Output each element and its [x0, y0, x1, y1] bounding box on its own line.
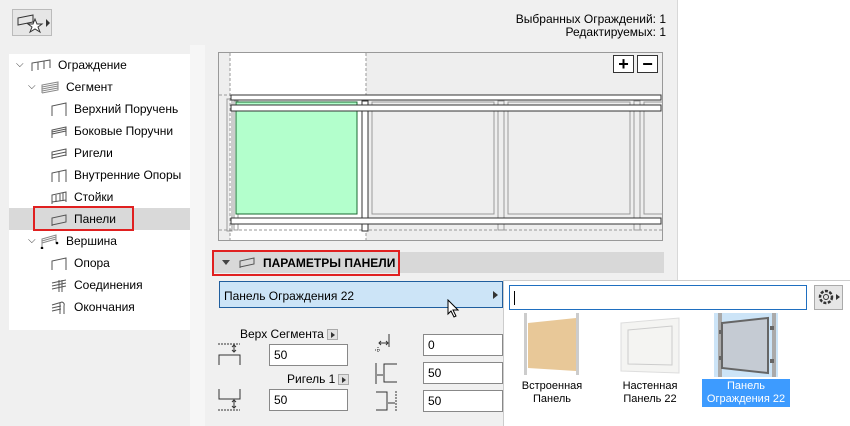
tree-label: Соединения [74, 278, 143, 292]
library-item-railing-panel[interactable]: Панель Ограждения 22 [702, 313, 790, 407]
railing-icon [31, 59, 51, 71]
left-gap-icon [375, 363, 397, 384]
tree-item-segment[interactable]: Сегмент [40, 76, 113, 98]
tree-item-balusters[interactable]: Стойки [50, 186, 113, 208]
tree-item-post[interactable]: Опора [50, 252, 110, 274]
tree-label: Внутренние Опоры [74, 168, 182, 182]
rail-menu-button[interactable] [338, 374, 350, 386]
mouse-cursor-icon [447, 299, 460, 318]
tree-item-node[interactable]: Вершина [40, 230, 117, 252]
tree-label: Сегмент [66, 80, 113, 94]
tree-label: Боковые Поручни [74, 124, 174, 138]
item-label: Панель [532, 393, 571, 405]
tree-item-handrails[interactable]: Боковые Поручни [50, 120, 173, 142]
tree-item-ends[interactable]: Окончания [50, 296, 135, 318]
bottom-offset-icon [218, 389, 241, 411]
gear-icon [818, 289, 840, 305]
chevron-down-icon[interactable]: ⌵ [16, 59, 24, 70]
selected-panel[interactable] [235, 101, 358, 215]
balusters-icon [51, 191, 67, 204]
wall-panel-thumbnail [620, 317, 680, 374]
item-label: Ограждения 22 [706, 393, 786, 405]
ends-icon [51, 301, 65, 314]
top-offset-input[interactable]: 50 [269, 344, 348, 366]
tree-label: Ригели [74, 146, 113, 160]
connections-icon [51, 279, 67, 292]
chevron-right-icon [493, 291, 498, 299]
inner-posts-icon [51, 169, 67, 182]
railing-star-icon [17, 14, 50, 34]
favorites-button[interactable] [12, 9, 52, 36]
bottom-offset-input[interactable]: 50 [269, 389, 348, 411]
splitter [190, 45, 205, 426]
item-label: Встроенная [521, 380, 583, 392]
label-text: Верх Сегмента [240, 327, 324, 341]
chevron-down-icon[interactable]: ⌵ [28, 235, 36, 246]
tree-label: Ограждение [58, 58, 127, 72]
tree-label: Опора [74, 256, 110, 270]
offset-input[interactable]: 0 [423, 334, 503, 356]
top-offset-icon [218, 343, 241, 365]
rail-label: Ригель 1 [287, 372, 350, 386]
chevron-down-icon[interactable]: ⌵ [28, 81, 36, 92]
top-segment-menu-button[interactable] [326, 329, 338, 341]
left-gap-input[interactable]: 50 [423, 362, 503, 384]
tree-label: Верхний Поручень [74, 102, 179, 116]
item-label: Настенная [622, 380, 678, 392]
node-icon [40, 234, 59, 249]
tree-item-top-rail[interactable]: Верхний Поручень [50, 98, 178, 120]
built-in-panel-thumbnail [524, 313, 579, 375]
library-item-wall-panel[interactable]: Настенная Панель 22 [618, 313, 683, 406]
label-text: Ригель 1 [287, 372, 336, 386]
post-icon [51, 257, 67, 270]
tree-item-inner-posts[interactable]: Внутренние Опоры [50, 164, 181, 186]
top-segment-label: Верх Сегмента [240, 327, 338, 341]
railing-panel-thumbnail [714, 313, 778, 377]
right-gap-input[interactable]: 50 [423, 390, 503, 412]
dropdown-value: Панель Ограждения 22 [224, 289, 355, 303]
highlight-box [33, 206, 134, 231]
library-settings-button[interactable] [814, 285, 843, 310]
zoom-in-button[interactable]: + [613, 55, 634, 73]
right-gap-icon [376, 391, 397, 412]
rails-icon [51, 148, 67, 159]
item-label: Панель [726, 380, 765, 392]
offset-icon [375, 334, 390, 353]
text-caret [514, 291, 515, 305]
selected-count: Выбранных Ограждений: 1 [515, 12, 666, 26]
highlight-box [212, 250, 400, 276]
tree-item-rails[interactable]: Ригели [50, 142, 113, 164]
railing-preview[interactable]: + − [218, 52, 663, 241]
library-item-built-in[interactable]: Встроенная Панель [520, 313, 585, 406]
segment-icon [41, 81, 59, 94]
tree-item-connections[interactable]: Соединения [50, 274, 143, 296]
handrails-icon [51, 126, 67, 138]
library-search-input[interactable] [509, 285, 807, 310]
tree-label: Вершина [66, 234, 117, 248]
item-label: Панель 22 [623, 393, 677, 405]
tree-item-railing[interactable]: Ограждение [30, 54, 127, 76]
top-rail-icon [51, 102, 67, 116]
tree-label: Стойки [74, 190, 114, 204]
tree-label: Окончания [74, 300, 135, 314]
editable-count: Редактируемых: 1 [565, 25, 666, 39]
zoom-out-button[interactable]: − [637, 55, 658, 73]
